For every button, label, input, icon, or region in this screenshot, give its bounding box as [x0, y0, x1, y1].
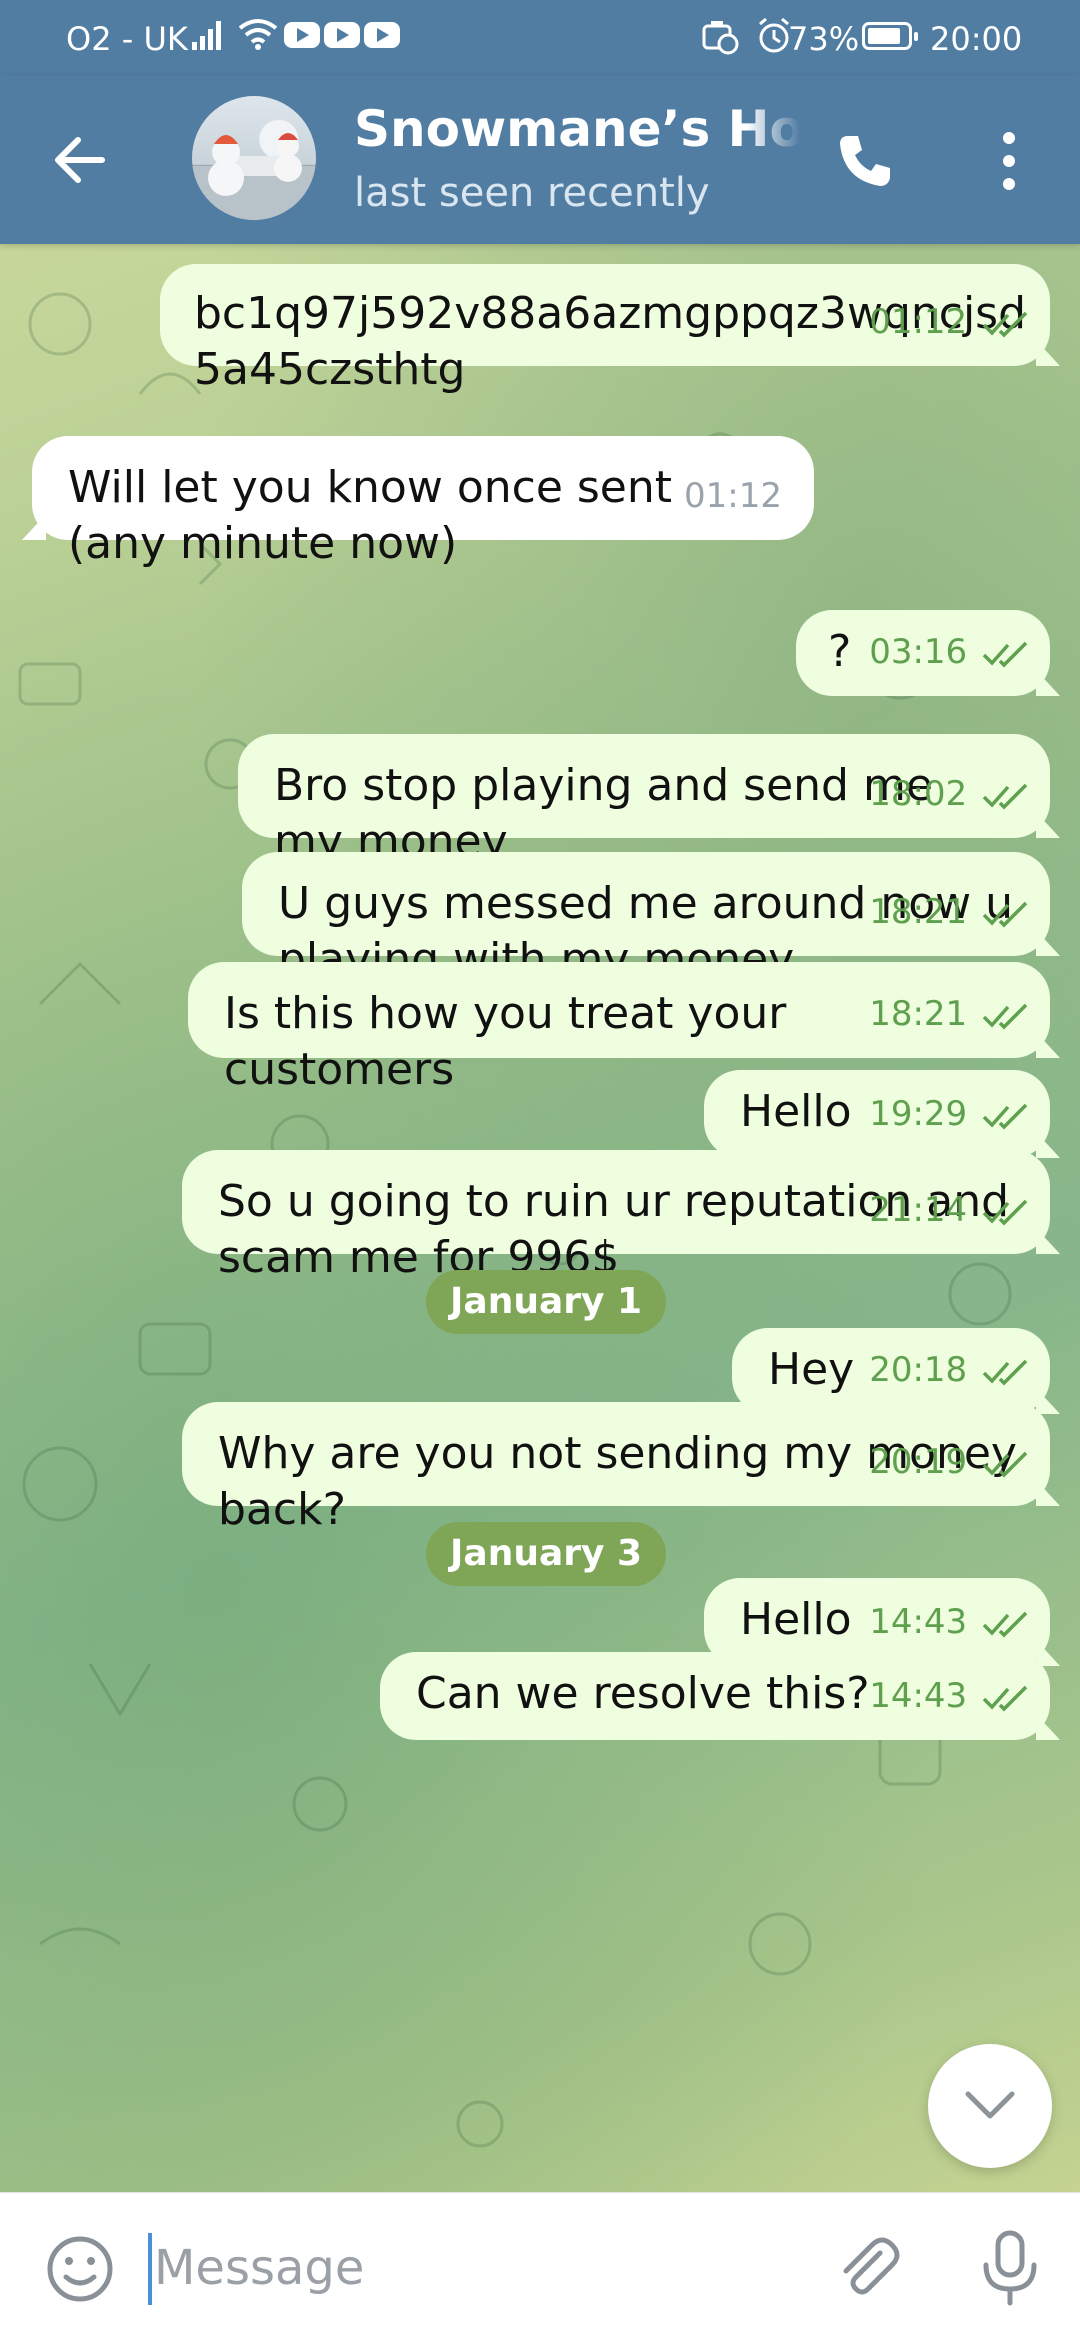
battery-saver-icon [702, 21, 739, 55]
message-bubble[interactable]: So u going to ruin ur reputation and sca… [182, 1150, 1060, 1283]
message-input[interactable] [152, 2231, 796, 2305]
chat-header: Snowmane’s Home last seen recently [0, 76, 1080, 244]
message-time: 14:43 [869, 1602, 968, 1642]
youtube-icon [364, 22, 400, 48]
chat-area[interactable]: bc1q97j592v88a6azmgppqz3wqncjsd 5a45czst… [0, 244, 1080, 2192]
double-check-icon [982, 1451, 1028, 1477]
carrier-label: O2 - UK [66, 20, 188, 58]
microphone-icon[interactable] [974, 2229, 1046, 2307]
message-time: 01:12 [869, 302, 968, 342]
double-check-icon [982, 1199, 1028, 1225]
double-check-icon [982, 1611, 1028, 1637]
message-text: Will let you know once sent (any minute … [68, 462, 673, 569]
chat-title[interactable]: Snowmane’s Home [354, 100, 800, 158]
snowman-image [192, 133, 316, 220]
message-bubble[interactable]: Can we resolve this? 14:43 [380, 1652, 1060, 1740]
message-bubble[interactable]: bc1q97j592v88a6azmgppqz3wqncjsd 5a45czst… [160, 264, 1060, 395]
emoji-icon[interactable] [44, 2233, 116, 2305]
arrow-left-icon[interactable] [44, 124, 116, 196]
message-time: 18:21 [869, 994, 968, 1034]
message-bubble[interactable]: Will let you know once sent (any minute … [22, 436, 814, 569]
message-time: 18:21 [869, 892, 968, 932]
message-time: 18:02 [869, 774, 968, 814]
message-bubble[interactable]: Is this how you treat your customers 18:… [188, 962, 1060, 1095]
double-check-icon [982, 1685, 1028, 1711]
double-check-icon [982, 641, 1028, 667]
chevron-down-icon [965, 2091, 1015, 2119]
more-vertical-icon[interactable] [984, 126, 1034, 196]
message-composer [0, 2192, 1080, 2340]
message-time: 19:29 [869, 1094, 968, 1134]
scroll-to-bottom-button[interactable] [928, 2044, 1052, 2168]
message-bubble[interactable]: ? 03:16 [796, 610, 1060, 696]
status-bar: O2 - UK 73% 20:00 [0, 0, 1080, 76]
youtube-icon [324, 22, 360, 48]
paperclip-icon[interactable] [830, 2231, 902, 2303]
double-check-icon [982, 1359, 1028, 1385]
battery-icon [862, 22, 918, 50]
signal-icon [192, 21, 221, 50]
message-time: 14:43 [869, 1676, 968, 1716]
youtube-icon [284, 22, 320, 48]
double-check-icon [982, 1003, 1028, 1029]
double-check-icon [982, 901, 1028, 927]
message-time: 20:18 [869, 1350, 968, 1390]
battery-percentage: 73% [788, 20, 860, 58]
clock: 20:00 [930, 20, 1023, 58]
message-bubble[interactable]: U guys messed me around now u playing wi… [242, 852, 1060, 985]
message-bubble[interactable]: Bro stop playing and send me my money 18… [238, 734, 1060, 867]
double-check-icon [982, 311, 1028, 337]
message-time: 21:14 [869, 1190, 968, 1230]
phone-icon[interactable] [830, 126, 900, 196]
date-separator: January 3 [426, 1522, 667, 1586]
date-separator: January 1 [426, 1270, 667, 1334]
message-time: 03:16 [869, 632, 968, 672]
double-check-icon [982, 783, 1028, 809]
message-time: 01:12 [684, 476, 782, 516]
double-check-icon [982, 1103, 1028, 1129]
avatar[interactable] [192, 96, 316, 220]
chat-status: last seen recently [354, 170, 710, 216]
message-bubble[interactable]: Why are you not sending my money back? 2… [182, 1402, 1060, 1535]
message-time: 20:19 [869, 1442, 968, 1482]
wifi-icon [238, 19, 278, 50]
message-bubble[interactable]: Hello 19:29 [704, 1070, 1060, 1158]
